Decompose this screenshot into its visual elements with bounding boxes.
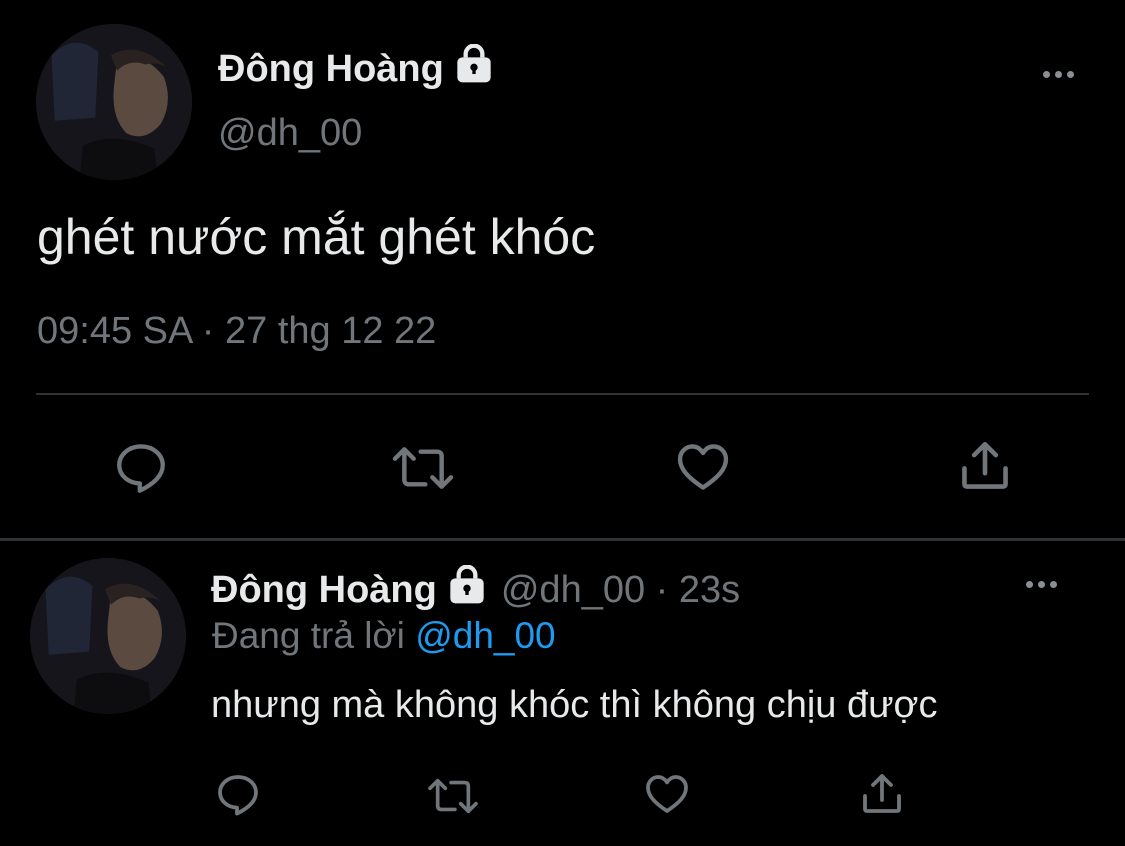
display-name[interactable]: Đông Hoàng (218, 43, 494, 94)
handle-and-time[interactable]: @dh_00 · 23s (501, 569, 740, 612)
share-button[interactable] (858, 770, 906, 818)
retweet-button[interactable] (388, 440, 458, 496)
heart-icon (677, 444, 729, 490)
share-button[interactable] (956, 437, 1014, 495)
reply-button[interactable] (214, 770, 262, 818)
heart-icon (646, 775, 688, 813)
handle[interactable]: @dh_00 (218, 112, 362, 155)
main-tweet: Đông Hoàng @dh_00 ghét nước mắt ghét khó… (0, 0, 1125, 538)
like-button[interactable] (642, 770, 692, 818)
tweet-timestamp[interactable]: 09:45 SA · 27 thg 12 22 (37, 310, 436, 353)
reply-button[interactable] (112, 438, 170, 496)
reply-header: Đông Hoàng @dh_00 · 23s (211, 564, 740, 615)
tweet-text: ghét nước mắt ghét khóc (37, 209, 596, 265)
tweet-text: nhưng mà không khóc thì không chịu được (211, 684, 938, 726)
lock-icon (454, 43, 494, 94)
retweet-button[interactable] (424, 773, 482, 819)
more-horizontal-icon[interactable] (1026, 581, 1057, 588)
like-button[interactable] (673, 438, 733, 496)
reply-bubble-icon (117, 444, 165, 493)
avatar[interactable] (36, 24, 192, 180)
more-horizontal-icon[interactable] (1043, 71, 1074, 78)
reply-bubble-icon (218, 775, 258, 816)
divider (36, 393, 1089, 395)
display-name-text: Đông Hoàng (218, 47, 444, 90)
tweet-separator (0, 538, 1125, 541)
retweet-icon (428, 778, 478, 814)
avatar-photo (36, 24, 192, 180)
lock-icon (447, 564, 487, 615)
share-icon (863, 774, 901, 813)
replying-to: Đang trả lời @dh_00 (212, 615, 556, 657)
display-name[interactable]: Đông Hoàng (211, 569, 437, 612)
share-icon (962, 441, 1008, 489)
avatar[interactable] (30, 558, 186, 714)
avatar-photo (30, 558, 186, 714)
retweet-icon (392, 447, 454, 489)
replying-to-label: Đang trả lời (212, 615, 405, 656)
mention-link[interactable]: @dh_00 (415, 615, 555, 656)
